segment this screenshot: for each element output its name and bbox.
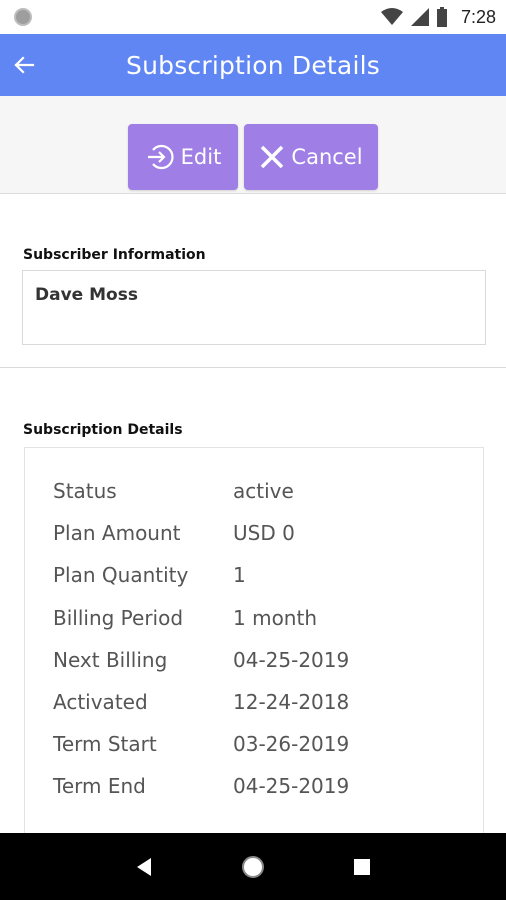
detail-row-term-end: Term End 04-25-2019 [25, 765, 483, 807]
edit-button[interactable]: Edit [128, 124, 238, 190]
detail-row-next-billing: Next Billing 04-25-2019 [25, 639, 483, 681]
detail-label: Term Start [53, 732, 157, 757]
page-title: Subscription Details [126, 50, 380, 80]
system-nav-bar [0, 833, 506, 900]
cancel-button[interactable]: Cancel [244, 124, 378, 190]
detail-row-plan-amount: Plan Amount USD 0 [25, 512, 483, 554]
status-bar: 7:28 [0, 0, 506, 34]
arrow-left-icon [14, 56, 35, 74]
detail-value: 1 [233, 563, 246, 588]
nav-home-button[interactable] [238, 852, 268, 882]
detail-label: Plan Quantity [53, 563, 189, 588]
detail-row-billing-period: Billing Period 1 month [25, 597, 483, 639]
app-bar: Subscription Details [0, 34, 506, 96]
sign-in-icon [147, 144, 174, 170]
square-recents-icon [353, 858, 370, 875]
detail-label: Status [53, 479, 117, 504]
cancel-button-label: Cancel [291, 145, 363, 169]
detail-value: active [233, 479, 294, 504]
status-right: 7:28 [380, 6, 496, 28]
action-area: Edit Cancel [0, 96, 506, 194]
close-icon [261, 145, 284, 169]
wifi-icon [380, 8, 403, 25]
detail-value: 12-24-2018 [233, 690, 350, 715]
section-divider [0, 367, 506, 368]
nav-recents-button[interactable] [347, 852, 377, 882]
detail-label: Billing Period [53, 605, 184, 630]
notification-dot-icon [14, 8, 32, 26]
status-time: 7:28 [460, 6, 496, 27]
detail-value: 1 month [233, 605, 317, 630]
edit-button-label: Edit [180, 145, 222, 169]
triangle-back-icon [137, 857, 152, 876]
detail-row-activated: Activated 12-24-2018 [25, 681, 483, 723]
detail-value: USD 0 [233, 521, 295, 546]
circle-home-icon [241, 855, 264, 878]
detail-row-status: Status active [25, 470, 483, 512]
subscriber-name: Dave Moss [35, 285, 138, 305]
detail-label: Activated [53, 690, 148, 715]
battery-icon [436, 7, 447, 27]
subscriber-name-box: Dave Moss [22, 270, 486, 345]
detail-row-plan-quantity: Plan Quantity 1 [25, 554, 483, 596]
back-button[interactable] [8, 49, 40, 81]
detail-label: Next Billing [53, 647, 168, 672]
detail-value: 03-26-2019 [233, 732, 350, 757]
signal-icon [410, 8, 429, 26]
nav-back-button[interactable] [129, 852, 159, 882]
detail-label: Term End [53, 774, 146, 799]
detail-label: Plan Amount [53, 521, 181, 546]
subscription-details-box: Status active Plan Amount USD 0 Plan Qua… [24, 447, 484, 833]
detail-value: 04-25-2019 [233, 647, 350, 672]
detail-value: 04-25-2019 [233, 774, 350, 799]
subscriber-section-label: Subscriber Information [23, 247, 206, 263]
subscription-section-label: Subscription Details [23, 422, 183, 438]
detail-row-term-start: Term Start 03-26-2019 [25, 723, 483, 765]
